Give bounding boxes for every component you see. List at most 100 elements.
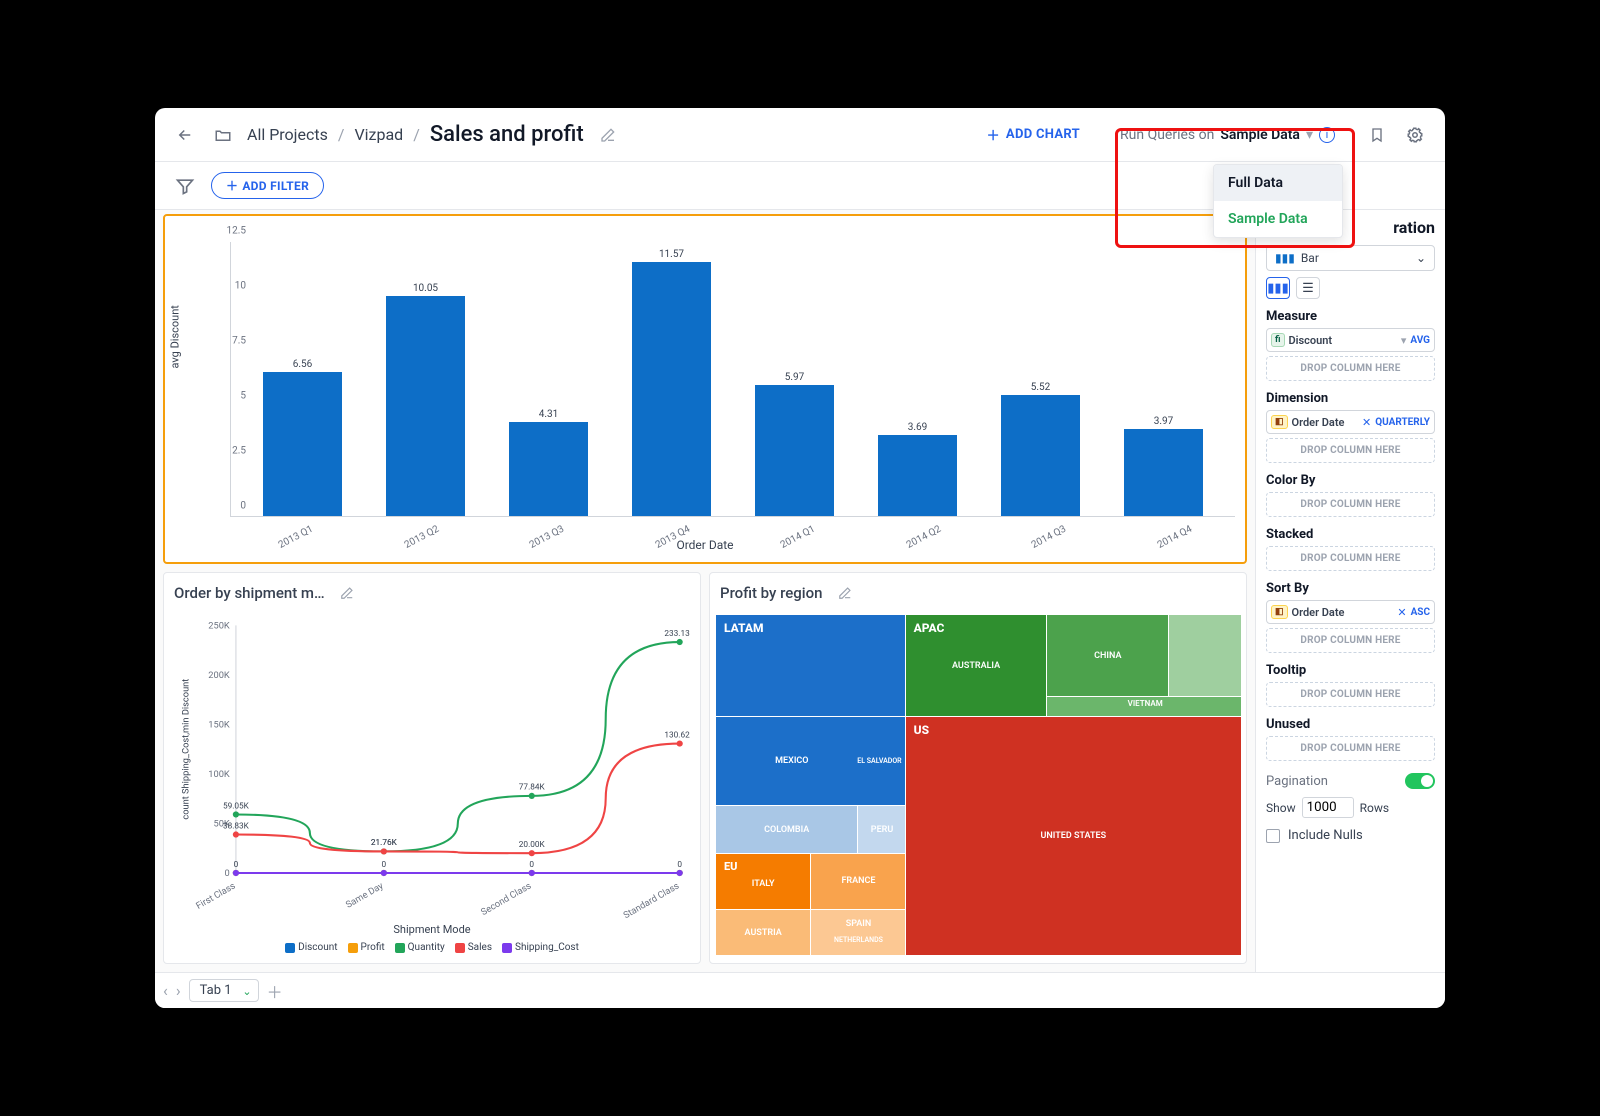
plus-icon: ＋ xyxy=(226,177,238,194)
tab-prev-icon[interactable]: ‹ xyxy=(163,981,168,1000)
chart-card-discount[interactable]: Discount by Order avg Discount 02.557.51… xyxy=(163,214,1247,564)
agg-button[interactable]: AVG xyxy=(1410,335,1430,346)
svg-text:0: 0 xyxy=(677,860,682,870)
include-nulls-label: Include Nulls xyxy=(1288,828,1363,843)
legend-item: Shipping_Cost xyxy=(515,942,579,953)
bar: 3.69 xyxy=(856,242,979,516)
breadcrumb-root[interactable]: All Projects xyxy=(247,125,328,144)
drop-zone[interactable]: DROP COLUMN HERE xyxy=(1266,736,1435,761)
measure-pill[interactable]: fi Discount ▾ AVG xyxy=(1266,328,1435,352)
pencil-icon[interactable] xyxy=(333,579,361,607)
sort-dir-button[interactable]: ASC xyxy=(1411,607,1430,618)
section-label: Sort By xyxy=(1266,581,1435,596)
sortby-pill[interactable]: ◧ Order Date ✕ ASC xyxy=(1266,600,1435,624)
drop-zone[interactable]: DROP COLUMN HERE xyxy=(1266,628,1435,653)
add-filter-button[interactable]: ＋ ADD FILTER xyxy=(211,172,324,199)
bar: 11.57 xyxy=(610,242,733,516)
remove-icon[interactable]: ✕ xyxy=(1362,416,1371,429)
chart-title: Profit by region xyxy=(720,584,823,602)
svg-text:250K: 250K xyxy=(208,620,230,631)
treemap: LATAM APAC AUSTRALIA CHINA VIETNAM xyxy=(710,609,1246,963)
svg-text:200K: 200K xyxy=(208,670,230,681)
chevron-down-icon: ▾ xyxy=(1306,127,1313,143)
pill-name: Order Date xyxy=(1292,416,1359,429)
svg-text:38.83K: 38.83K xyxy=(223,821,250,831)
include-nulls-checkbox[interactable] xyxy=(1266,829,1280,843)
svg-text:0: 0 xyxy=(382,860,387,870)
chart-type-value: Bar xyxy=(1301,251,1319,265)
chart-title: Order by shipment m… xyxy=(174,584,325,602)
svg-text:21.76K: 21.76K xyxy=(371,838,398,848)
menu-option-full-data[interactable]: Full Data xyxy=(1214,165,1342,201)
pencil-icon[interactable] xyxy=(831,579,859,607)
chevron-down-icon[interactable]: ⌄ xyxy=(242,985,251,998)
back-arrow-icon[interactable] xyxy=(171,121,199,149)
agg-button[interactable]: QUARTERLY xyxy=(1375,417,1430,428)
treemap-leaf: PERU xyxy=(871,825,893,835)
menu-option-sample-data[interactable]: Sample Data xyxy=(1214,201,1342,237)
svg-text:count Shipping_Cost,min Discou: count Shipping_Cost,min Discount xyxy=(180,679,191,820)
bar: 10.05 xyxy=(364,242,487,516)
svg-text:233.13K: 233.13K xyxy=(664,629,690,639)
rows-label: Rows xyxy=(1360,801,1389,815)
run-queries-label: Run Queries on xyxy=(1120,127,1214,143)
table-view-toggle[interactable]: ☰ xyxy=(1296,277,1320,299)
gear-icon[interactable] xyxy=(1401,121,1429,149)
bar: 5.97 xyxy=(733,242,856,516)
section-label: Color By xyxy=(1266,473,1435,488)
bar: 3.97 xyxy=(1102,242,1225,516)
legend: Discount Profit Quantity Sales Shipping_… xyxy=(174,938,690,959)
bar-chart-icon: ▮▮▮ xyxy=(1275,251,1295,265)
pagination-label: Pagination xyxy=(1266,774,1328,789)
add-tab-icon[interactable]: ＋ xyxy=(267,979,283,1003)
pill-name: Order Date xyxy=(1292,606,1394,619)
drop-zone[interactable]: DROP COLUMN HERE xyxy=(1266,356,1435,381)
add-chart-button[interactable]: ＋ ADD CHART xyxy=(987,125,1080,144)
chart-view-toggle[interactable]: ▮▮▮ xyxy=(1266,277,1290,299)
treemap-leaf: AUSTRALIA xyxy=(952,661,1000,671)
chart-type-select[interactable]: ▮▮▮Bar ⌄ xyxy=(1266,245,1435,271)
drop-zone[interactable]: DROP COLUMN HERE xyxy=(1266,438,1435,463)
dimension-pill[interactable]: ◧ Order Date ✕ QUARTERLY xyxy=(1266,410,1435,434)
tab-next-icon[interactable]: › xyxy=(176,981,181,1000)
breadcrumb-sep: / xyxy=(338,125,345,144)
drop-zone[interactable]: DROP COLUMN HERE xyxy=(1266,682,1435,707)
section-label: Unused xyxy=(1266,717,1435,732)
run-queries-dropdown[interactable]: Run Queries on Sample Data ▾ i xyxy=(1120,127,1335,143)
field-type-icon: ◧ xyxy=(1271,605,1288,619)
svg-text:150K: 150K xyxy=(208,719,230,730)
folder-icon[interactable] xyxy=(209,121,237,149)
tabs-bar: ‹ › Tab 1 ⌄ ＋ xyxy=(155,972,1445,1008)
funnel-icon[interactable]: ▾ xyxy=(1401,334,1407,347)
region-label: APAC xyxy=(914,621,945,635)
treemap-leaf: VIETNAM xyxy=(1128,699,1163,708)
svg-text:Standard Class: Standard Class xyxy=(622,880,682,921)
drop-zone[interactable]: DROP COLUMN HERE xyxy=(1266,492,1435,517)
remove-icon[interactable]: ✕ xyxy=(1397,606,1406,619)
bookmark-icon[interactable] xyxy=(1363,121,1391,149)
treemap-leaf: AUSTRIA xyxy=(745,928,782,938)
region-label: US xyxy=(914,723,929,737)
legend-item: Discount xyxy=(298,942,337,953)
topbar: All Projects / Vizpad / Sales and profit… xyxy=(155,108,1445,162)
svg-text:Same Day: Same Day xyxy=(344,880,386,910)
section-label: Stacked xyxy=(1266,527,1435,542)
treemap-leaf: FRANCE xyxy=(841,876,875,886)
pencil-icon[interactable] xyxy=(594,121,622,149)
tab-item[interactable]: Tab 1 ⌄ xyxy=(189,979,259,1002)
breadcrumb-section[interactable]: Vizpad xyxy=(354,125,403,144)
drop-zone[interactable]: DROP COLUMN HERE xyxy=(1266,546,1435,571)
section-label: Tooltip xyxy=(1266,663,1435,678)
rows-input[interactable] xyxy=(1302,797,1354,818)
breadcrumb: All Projects / Vizpad / Sales and profit xyxy=(247,121,622,149)
pagination-toggle[interactable] xyxy=(1405,773,1435,789)
funnel-icon[interactable] xyxy=(171,172,199,200)
svg-text:59.05K: 59.05K xyxy=(223,801,250,811)
chart-card-profit-region[interactable]: Profit by region LATAM APAC xyxy=(709,572,1247,964)
svg-text:100K: 100K xyxy=(208,769,230,780)
legend-item: Sales xyxy=(468,942,492,953)
info-icon[interactable]: i xyxy=(1319,127,1335,143)
bar: 5.52 xyxy=(979,242,1102,516)
treemap-leaf: NETHERLANDS xyxy=(834,936,883,944)
chart-card-shipment[interactable]: Order by shipment m… 050K100K150K200K250… xyxy=(163,572,701,964)
